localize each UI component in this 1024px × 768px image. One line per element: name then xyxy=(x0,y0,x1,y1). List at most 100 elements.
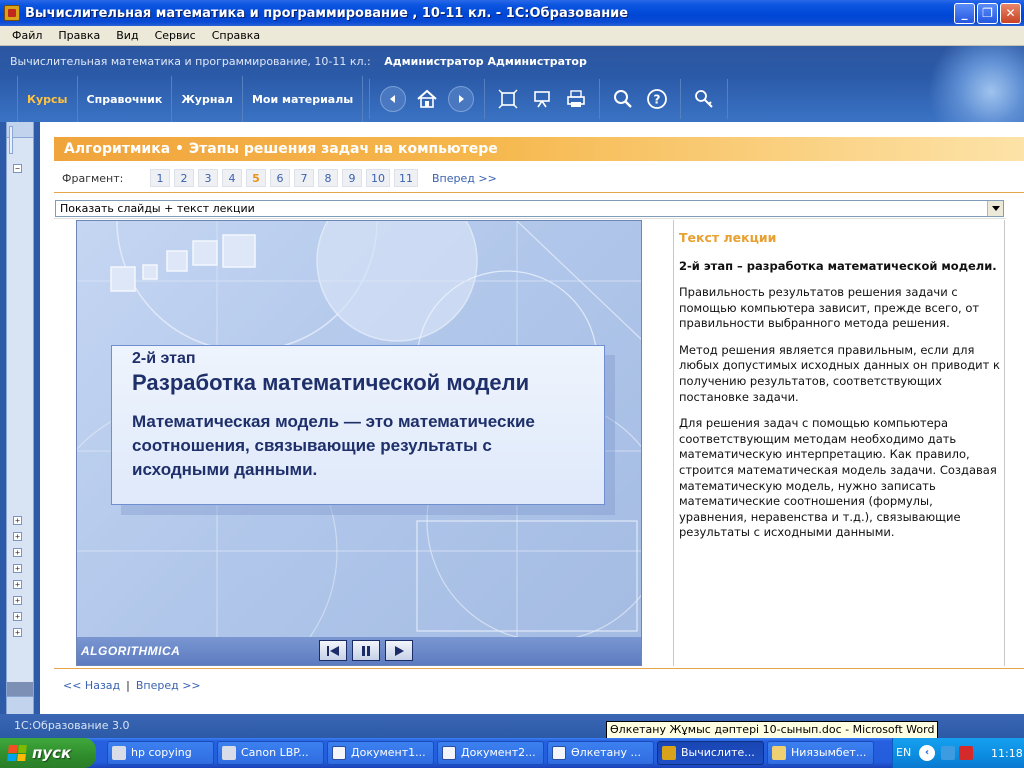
svg-text:?: ? xyxy=(654,93,661,107)
taskbar-item-active[interactable]: Вычислите... xyxy=(657,741,764,765)
antivirus-icon[interactable] xyxy=(959,746,973,760)
menu-file[interactable]: Файл xyxy=(4,29,50,42)
nav-my-materials[interactable]: Мои материалы xyxy=(243,76,364,122)
toolbar-separator xyxy=(680,79,682,119)
fragment-link[interactable]: 1 xyxy=(150,169,170,187)
menu-view[interactable]: Вид xyxy=(108,29,146,42)
taskbar-item[interactable]: Документ1... xyxy=(327,741,434,765)
app-icon xyxy=(662,746,676,760)
windows-logo-icon xyxy=(7,745,27,761)
scroll-thumb[interactable] xyxy=(9,126,13,154)
lecture-paragraph: Для решения задач с помощью компьютера с… xyxy=(679,416,997,540)
fragment-link[interactable]: 7 xyxy=(294,169,314,187)
language-indicator[interactable]: EN xyxy=(896,746,911,759)
fragment-link[interactable]: 3 xyxy=(198,169,218,187)
menu-service[interactable]: Сервис xyxy=(147,29,204,42)
lesson-title: Алгоритмика • Этапы решения задач на ком… xyxy=(54,137,1024,161)
tree-collapse-icon[interactable]: − xyxy=(13,164,22,173)
fragment-nav: Фрагмент: 1 2 3 4 5 6 7 8 9 10 11 Вперед… xyxy=(62,168,497,188)
divider xyxy=(54,192,1024,193)
taskbar-item-label: Canon LBP... xyxy=(241,746,309,759)
taskbar-item-label: Документ2... xyxy=(461,746,536,759)
clock[interactable]: 11:18 xyxy=(991,747,1023,760)
presentation-icon[interactable] xyxy=(529,86,555,112)
fragment-link-current[interactable]: 5 xyxy=(246,169,266,187)
fragment-link[interactable]: 11 xyxy=(394,169,418,187)
slide-card: 2-й этап Разработка математической модел… xyxy=(111,345,605,505)
tree-expand-icon[interactable]: + xyxy=(13,580,22,589)
app-header: Вычислительная математика и программиров… xyxy=(0,46,1024,122)
nav-reference[interactable]: Справочник xyxy=(78,76,173,122)
first-icon[interactable] xyxy=(319,640,347,661)
tree-expand-icon[interactable]: + xyxy=(13,564,22,573)
search-icon[interactable] xyxy=(610,86,636,112)
taskbar-item-label: Ниязымбет... xyxy=(791,746,867,759)
tree-expand-icon[interactable]: + xyxy=(13,516,22,525)
print-icon[interactable] xyxy=(563,86,589,112)
maximize-button[interactable]: ❐ xyxy=(977,2,998,24)
fragment-link[interactable]: 4 xyxy=(222,169,242,187)
system-tray: ‹ 11:18 xyxy=(892,738,1024,768)
help-icon[interactable]: ? xyxy=(644,86,670,112)
fragment-link[interactable]: 8 xyxy=(318,169,338,187)
window-titlebar[interactable]: Вычислительная математика и программиров… xyxy=(0,0,1024,26)
lecture-paragraph: Метод решения является правильным, если … xyxy=(679,342,1000,404)
nav-courses[interactable]: Курсы xyxy=(18,76,78,122)
taskbar-item[interactable]: Ниязымбет... xyxy=(767,741,874,765)
slide-footer: ALGORITHMICA xyxy=(77,637,641,665)
tray-back-icon[interactable]: ‹ xyxy=(919,745,935,761)
fragment-link[interactable]: 10 xyxy=(366,169,390,187)
lecture-heading: Текст лекции xyxy=(679,230,777,245)
settings-icon[interactable] xyxy=(691,86,717,112)
horizontal-scrollbar[interactable] xyxy=(7,682,33,696)
panel-divider xyxy=(673,220,674,666)
course-breadcrumb: Вычислительная математика и программиров… xyxy=(10,55,587,68)
printer-icon xyxy=(222,746,236,760)
slide-panel: 2-й этап Разработка математической модел… xyxy=(76,220,642,666)
menu-help[interactable]: Справка xyxy=(204,29,268,42)
scroll-up-button[interactable] xyxy=(7,122,33,154)
chevron-down-icon[interactable] xyxy=(987,201,1003,216)
pager-separator: | xyxy=(126,679,130,692)
divider xyxy=(54,668,1024,669)
tree-expand-icon[interactable]: + xyxy=(13,532,22,541)
tree-expand-icon[interactable]: + xyxy=(13,612,22,621)
fragment-label: Фрагмент: xyxy=(62,171,124,185)
lecture-text-panel: Текст лекции 2-й этап – разработка матем… xyxy=(679,230,1001,552)
start-label: пуск xyxy=(32,744,72,762)
taskbar-item[interactable]: Canon LBP... xyxy=(217,741,324,765)
nav-journal[interactable]: Журнал xyxy=(172,76,243,122)
fragment-link[interactable]: 6 xyxy=(270,169,290,187)
taskbar-item[interactable]: hp copying xyxy=(107,741,214,765)
view-mode-select[interactable]: Показать слайды + текст лекции xyxy=(55,200,1004,217)
left-sidebar: − + + + + + + + + xyxy=(0,122,40,714)
back-link[interactable]: << Назад xyxy=(63,679,120,692)
taskbar-item[interactable]: Документ2... xyxy=(437,741,544,765)
tree-expand-icon[interactable]: + xyxy=(13,596,22,605)
tree-expand-icon[interactable]: + xyxy=(13,628,22,637)
toolbar-separator xyxy=(484,79,486,119)
forward-arrow-icon[interactable] xyxy=(448,86,475,112)
fullscreen-icon[interactable] xyxy=(495,86,521,112)
slide-brand: ALGORITHMICA xyxy=(81,644,181,658)
scroll-down-button[interactable] xyxy=(7,696,33,714)
tree-expand-icon[interactable]: + xyxy=(13,548,22,557)
fragment-next-link[interactable]: Вперед >> xyxy=(432,172,497,185)
play-icon[interactable] xyxy=(385,640,413,661)
menu-edit[interactable]: Правка xyxy=(50,29,108,42)
word-doc-icon xyxy=(552,746,566,760)
close-button[interactable]: ✕ xyxy=(1000,2,1021,24)
taskbar-item[interactable]: Өлкетану ... xyxy=(547,741,654,765)
fragment-link[interactable]: 9 xyxy=(342,169,362,187)
back-arrow-icon[interactable] xyxy=(380,86,407,112)
taskbar: пуск hp copying Canon LBP... Документ1..… xyxy=(0,738,1024,768)
app-icon[interactable] xyxy=(4,5,20,21)
nav-spacer xyxy=(0,76,18,122)
minimize-button[interactable]: _ xyxy=(954,2,975,24)
next-link[interactable]: Вперед >> xyxy=(136,679,201,692)
tray-app-icon[interactable] xyxy=(941,746,955,760)
pause-icon[interactable] xyxy=(352,640,380,661)
home-icon[interactable] xyxy=(414,86,440,112)
fragment-link[interactable]: 2 xyxy=(174,169,194,187)
start-button[interactable]: пуск xyxy=(0,738,96,768)
